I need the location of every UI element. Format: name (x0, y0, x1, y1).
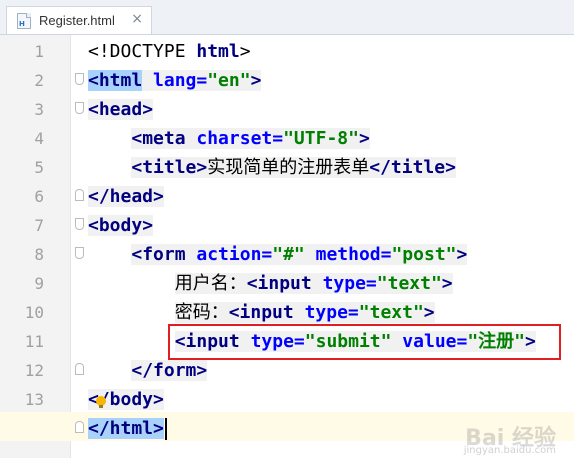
attr-value: "en" (207, 70, 251, 91)
highlight-annotation-box (168, 324, 561, 360)
code-line: <title>实现简单的注册表单</title> (88, 153, 456, 182)
line-number: 8 (34, 245, 44, 264)
label-text: 密码： (174, 302, 229, 323)
editor-tab-bar: H Register.html × (0, 0, 574, 35)
tag-close-bracket: > (250, 70, 262, 91)
fold-marker-icon[interactable] (75, 73, 84, 85)
code-line: <!DOCTYPE html> (88, 37, 251, 66)
line-number: 2 (34, 71, 44, 90)
code-line: </html> (88, 414, 164, 443)
tag-close-bracket: > (358, 128, 370, 149)
line-number: 9 (34, 274, 44, 293)
fold-marker-icon[interactable] (75, 102, 84, 114)
line-number: 6 (34, 187, 44, 206)
fold-marker-icon[interactable] (75, 218, 84, 230)
html-close-tag: </html (88, 418, 154, 439)
tag-close-bracket: > (445, 157, 456, 178)
code-line: <meta charset="UTF-8"> (88, 124, 370, 153)
tag-close-bracket: > (153, 186, 164, 207)
attr-name: type (311, 273, 366, 294)
line-number: 7 (34, 216, 44, 235)
attr-equals: = (261, 244, 273, 265)
tab-title: Register.html (39, 13, 115, 28)
attr-equals: = (365, 273, 377, 294)
tag-close-bracket: > (153, 389, 164, 410)
head-open-tag: <head (88, 99, 143, 120)
line-number: 10 (24, 303, 44, 322)
fold-marker-icon[interactable] (75, 363, 84, 375)
form-open-tag: <form (131, 244, 186, 265)
line-number: 1 (34, 42, 44, 61)
tag-close-bracket: > (142, 215, 154, 236)
text-cursor (165, 418, 167, 440)
code-line: <form action="#" method="post"> (88, 240, 468, 269)
label-text: 用户名： (174, 273, 247, 294)
lightbulb-icon[interactable] (96, 396, 106, 408)
attr-name: action (185, 244, 262, 265)
code-line: <html lang="en"> (88, 66, 262, 95)
watermark-url: jingyan.baidu.com (463, 445, 556, 456)
title-text: 实现简单的注册表单 (207, 157, 370, 178)
title-open-tag: <title (131, 157, 197, 178)
attr-value: "text" (358, 302, 424, 323)
line-number: 5 (34, 158, 44, 177)
attr-equals: = (272, 128, 284, 149)
attr-value: "post" (391, 244, 457, 265)
attr-equals: = (347, 302, 359, 323)
code-line: <body> (88, 211, 154, 240)
attr-name: type (293, 302, 348, 323)
attr-name: charset (185, 128, 273, 149)
line-number: 4 (34, 129, 44, 148)
attr-value: "text" (376, 273, 442, 294)
attr-value: "#" (272, 244, 305, 265)
input-tag: <input (246, 273, 312, 294)
code-line: </form> (88, 356, 208, 385)
fold-marker-icon[interactable] (75, 247, 84, 259)
title-close-tag: </title (369, 157, 446, 178)
fold-marker-icon[interactable] (75, 189, 84, 201)
doctype-close: > (239, 41, 251, 62)
tag-close-bracket: > (456, 244, 468, 265)
html-open-tag: <html (88, 70, 143, 91)
code-line: </head> (88, 182, 164, 211)
input-tag: <input (228, 302, 294, 323)
attr-name: lang (142, 70, 197, 91)
tab-register-html[interactable]: H Register.html × (6, 6, 152, 34)
tag-close-bracket: > (196, 157, 208, 178)
tag-close-bracket: > (196, 360, 208, 381)
form-close-tag: </form (131, 360, 197, 381)
head-close-tag: </head (88, 186, 154, 207)
code-line: <head> (88, 95, 154, 124)
attr-value: "UTF-8" (283, 128, 359, 149)
tag-close-bracket: > (153, 418, 164, 439)
line-number: 12 (24, 361, 44, 380)
html-file-icon: H (17, 13, 31, 29)
tag-close-bracket: > (423, 302, 435, 323)
code-line: 用户名：<input type="text"> (88, 269, 453, 298)
line-number-gutter: 1 2 3 4 5 6 7 8 9 10 11 12 13 14 (0, 35, 71, 458)
line-number: 11 (24, 332, 44, 351)
close-icon[interactable]: × (131, 11, 143, 27)
attr-equals: = (196, 70, 208, 91)
tag-close-bracket: > (441, 273, 453, 294)
body-open-tag: <body (88, 215, 143, 236)
line-number: 13 (24, 390, 44, 409)
fold-marker-icon[interactable] (75, 421, 84, 433)
doctype-token: <!DOCTYPE (88, 41, 197, 62)
attr-name: method (304, 244, 381, 265)
doctype-name: html (196, 41, 240, 62)
tag-close-bracket: > (142, 99, 154, 120)
meta-tag: <meta (131, 128, 186, 149)
line-number: 3 (34, 100, 44, 119)
attr-equals: = (380, 244, 392, 265)
code-line: 密码：<input type="text"> (88, 298, 435, 327)
